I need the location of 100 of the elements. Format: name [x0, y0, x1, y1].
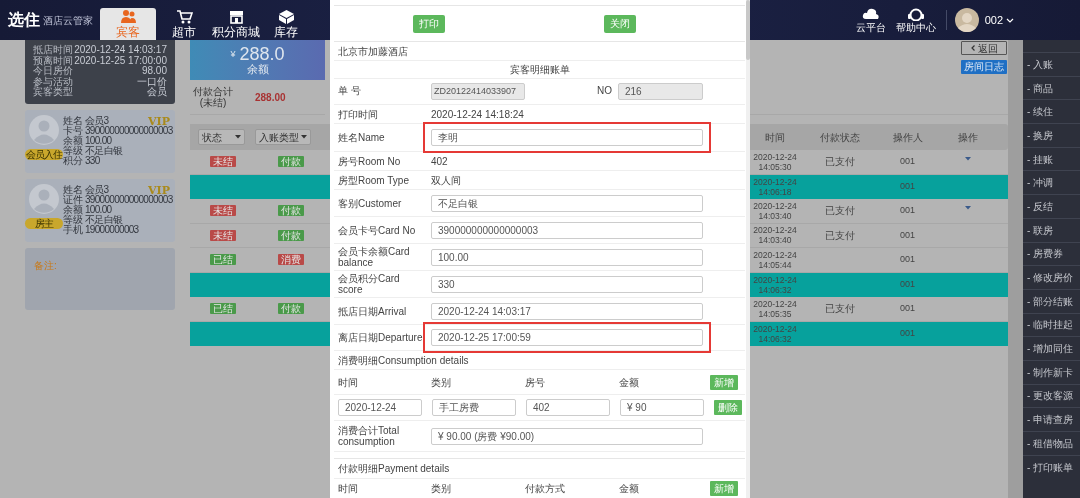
input-field[interactable]: 100.00	[431, 248, 703, 266]
field-value: 390000000000000003	[85, 125, 173, 136]
sidebar-item[interactable]: - 部分结账	[1023, 288, 1080, 313]
header-tool-button[interactable]: 云平台	[855, 0, 886, 40]
scrollbar-track[interactable]	[1008, 40, 1023, 498]
payment-status: 已支付	[825, 204, 855, 219]
field-label: 单 号	[337, 84, 362, 98]
sidebar-item[interactable]: - 打印账单	[1023, 454, 1080, 479]
column-header: 金额	[618, 482, 640, 496]
field-label: 余额	[63, 204, 83, 215]
input-field[interactable]: ¥ 90.00 (房费 ¥90.00)	[431, 427, 703, 445]
info-value: 会员	[147, 87, 167, 98]
back-button[interactable]: 返回	[961, 41, 1007, 55]
filter-dropdown[interactable]: 状态	[198, 129, 245, 145]
avatar-icon	[29, 183, 59, 214]
sidebar-item[interactable]: - 入账	[1023, 52, 1080, 76]
field-value: 100.00	[85, 204, 112, 215]
info-value: 2020-12-25 17:00:00	[74, 55, 167, 66]
time-cell-text: 2020-12-24 14:06:32	[752, 274, 798, 295]
caret-down-icon[interactable]	[965, 156, 971, 161]
field-label: 手机	[63, 225, 83, 236]
room-log-button[interactable]: 房间日志	[961, 60, 1007, 74]
info-label: 抵店时间	[33, 45, 73, 56]
sidebar-item[interactable]: - 挂账	[1023, 146, 1080, 171]
column-header: 房号	[524, 375, 546, 390]
field-value: 390000000000000003	[85, 194, 173, 205]
logo-subtitle: 酒店云管家	[43, 13, 93, 28]
sidebar-item[interactable]: - 修改房价	[1023, 265, 1080, 289]
operator-cell-text: 001	[900, 253, 915, 266]
field-label: 姓名	[63, 184, 83, 195]
sidebar-item[interactable]: - 制作新卡	[1023, 359, 1080, 384]
caret-down-icon[interactable]	[965, 205, 971, 210]
time-cell-text: 2020-12-24 14:05:35	[752, 298, 798, 319]
input-field[interactable]: 手工房费	[432, 399, 516, 416]
sidebar-item[interactable]: - 房费券	[1023, 241, 1080, 266]
input-field[interactable]: 2020-12-24	[338, 399, 422, 416]
field-value: 双人间	[431, 173, 461, 188]
column-header: 类别	[430, 375, 452, 390]
sidebar-item[interactable]: - 反结	[1023, 194, 1080, 218]
sidebar-item[interactable]: - 申请查房	[1023, 407, 1080, 431]
input-field[interactable]: 390000000000000003	[431, 221, 703, 239]
time-cell-text: 2020-12-24 14:03:40	[752, 200, 798, 221]
header-tool-button[interactable]: 帮助中心	[895, 0, 936, 40]
time-cell-text: 2020-12-24 14:05:44	[752, 249, 798, 270]
operator-cell-text: 001	[900, 327, 915, 340]
input-field[interactable]: 330	[431, 275, 703, 293]
sidebar-item[interactable]: - 换房	[1023, 123, 1080, 147]
nav-tab[interactable]: 积分商城	[210, 8, 262, 40]
info-label: 宾客类型	[33, 87, 73, 98]
column-header: 金额	[618, 375, 640, 390]
operator-cell-text: 001	[900, 180, 915, 193]
field-label: 客别Customer	[337, 197, 403, 209]
status-badge: 未结	[210, 229, 236, 241]
field-value: 402	[431, 154, 448, 169]
sidebar-item[interactable]: - 更改客源	[1023, 383, 1080, 408]
sidebar-item[interactable]: - 冲调	[1023, 170, 1080, 195]
sidebar-item[interactable]: - 临时挂起	[1023, 312, 1080, 337]
field-label: 证件	[63, 194, 83, 205]
column-header: 操作人	[891, 130, 924, 145]
column-header: 类别	[430, 482, 452, 496]
column-header: 付款状态	[819, 130, 861, 145]
input-field[interactable]: ¥ 90	[620, 399, 704, 416]
status-badge: 付款	[277, 303, 304, 315]
logo-text: 选住	[8, 10, 40, 30]
input-field[interactable]: 402	[526, 399, 610, 416]
column-header: 操作	[957, 130, 979, 145]
caret-down-icon	[235, 135, 241, 139]
input-field[interactable]: 2020-12-24 14:03:17	[431, 302, 703, 320]
field-label: 会员卡余额Card balance	[337, 246, 411, 268]
sidebar-item[interactable]: - 联房	[1023, 217, 1080, 242]
time-cell-text: 2020-12-24 14:05:30	[752, 151, 798, 172]
column-header: 付款方式	[524, 482, 566, 496]
section-title: 付款明细Payment details	[337, 462, 450, 476]
sidebar-item[interactable]: - 商品	[1023, 75, 1080, 100]
filter-dropdown[interactable]: 入账类型	[255, 129, 311, 145]
column-header: 时间	[337, 375, 359, 390]
nav-tab[interactable]: 超市	[164, 8, 204, 40]
status-badge: 付款	[277, 205, 304, 217]
input-field[interactable]: 不足白银	[431, 194, 703, 212]
store-icon	[227, 9, 245, 25]
operator-cell-text: 001	[900, 204, 915, 217]
sidebar-item[interactable]: - 增加同住	[1023, 336, 1080, 360]
avatar-icon	[29, 114, 59, 145]
nav-tab[interactable]: 库存	[268, 8, 304, 40]
time-cell-text: 2020-12-24 14:06:32	[752, 323, 798, 344]
total-label: 付款合计 (未结)	[193, 86, 233, 108]
status-badge: 消费	[277, 254, 304, 266]
info-label: 预离时间	[33, 55, 73, 66]
field-value: 330	[85, 156, 100, 167]
field-label: 房号Room No	[337, 155, 402, 167]
user-menu[interactable]: 002	[984, 0, 1014, 40]
field-value: 100.00	[85, 135, 112, 146]
scrollbar-thumb[interactable]	[746, 0, 750, 60]
sidebar-item[interactable]: - 租借物品	[1023, 431, 1080, 455]
sidebar-item[interactable]: - 续住	[1023, 99, 1080, 124]
input-field[interactable]: 李明	[431, 129, 703, 146]
info-value: 98.00	[141, 66, 167, 77]
hotel-name: 北京市加藤酒店	[337, 44, 408, 59]
field-value: 不足白银	[85, 146, 123, 157]
input-field[interactable]: 2020-12-25 17:00:59	[431, 329, 703, 346]
